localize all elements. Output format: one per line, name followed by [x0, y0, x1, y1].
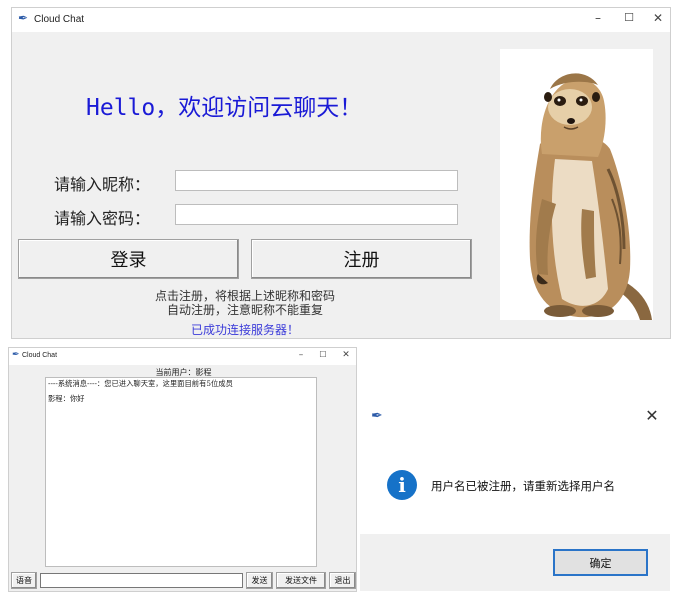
login-window: ✒ Cloud Chat – ☐ ✕ Hello，欢迎访问云聊天！ 请输入昵称：… [11, 7, 671, 339]
exit-button-label: 退出 [334, 576, 351, 585]
send-button-label: 发送 [251, 576, 268, 585]
message-area[interactable]: ----系统消息----：您已进入聊天室，这里面目前有5位成员 影程：你好 [45, 377, 317, 567]
chat-input[interactable] [40, 573, 243, 588]
message-line: 影程：你好 [48, 394, 85, 403]
maximize-button[interactable]: ☐ [621, 11, 637, 24]
connection-status: 已成功连接服务器！ [190, 323, 299, 337]
chat-titlebar: ✒ Cloud Chat – ☐ ✕ [9, 348, 356, 365]
info-dialog: ✒ ✕ i 用户名已被注册，请重新选择用户名 确定 [360, 391, 670, 591]
ok-button[interactable]: 确定 [553, 549, 648, 576]
password-input[interactable] [175, 204, 458, 225]
welcome-heading: Hello，欢迎访问云聊天！ [86, 95, 363, 121]
send-button[interactable]: 发送 [246, 572, 273, 589]
feather-icon: ✒ [12, 350, 20, 360]
send-file-button[interactable]: 发送文件 [276, 572, 326, 589]
minimize-button[interactable]: – [590, 11, 606, 25]
meerkat-illustration [529, 73, 652, 320]
nickname-input[interactable] [175, 170, 458, 191]
close-button[interactable]: ✕ [643, 406, 661, 425]
window-title: Cloud Chat [22, 352, 58, 359]
login-titlebar: ✒ Cloud Chat – ☐ ✕ [12, 8, 670, 32]
minimize-button[interactable]: – [295, 350, 307, 360]
register-button-label: 注册 [343, 250, 380, 271]
info-icon: i [387, 470, 417, 500]
exit-button[interactable]: 退出 [329, 572, 356, 589]
feather-icon: ✒ [18, 11, 29, 25]
close-button[interactable]: ✕ [340, 350, 352, 360]
voice-button[interactable]: 语音 [11, 572, 37, 589]
send-file-button-label: 发送文件 [285, 576, 317, 585]
password-label: 请输入密码： [54, 209, 151, 228]
maximize-button[interactable]: ☐ [317, 350, 329, 359]
close-button[interactable]: ✕ [650, 11, 666, 25]
ok-button-label: 确定 [589, 556, 612, 570]
voice-button-label: 语音 [16, 576, 32, 585]
login-button[interactable]: 登录 [18, 239, 239, 279]
nickname-label: 请输入昵称： [54, 175, 151, 194]
dialog-message: 用户名已被注册，请重新选择用户名 [431, 479, 615, 493]
register-button[interactable]: 注册 [251, 239, 472, 279]
window-title: Cloud Chat [34, 14, 85, 25]
register-hint-line2: 自动注册，注意昵称不能重复 [166, 303, 323, 317]
message-line: ----系统消息----：您已进入聊天室，这里面目前有5位成员 [48, 379, 233, 388]
login-button-label: 登录 [110, 250, 147, 271]
feather-icon: ✒ [371, 408, 383, 424]
meerkat-photo [500, 49, 653, 320]
chat-window: ✒ Cloud Chat – ☐ ✕ 当前用户：影程 ----系统消息----：… [8, 347, 357, 592]
